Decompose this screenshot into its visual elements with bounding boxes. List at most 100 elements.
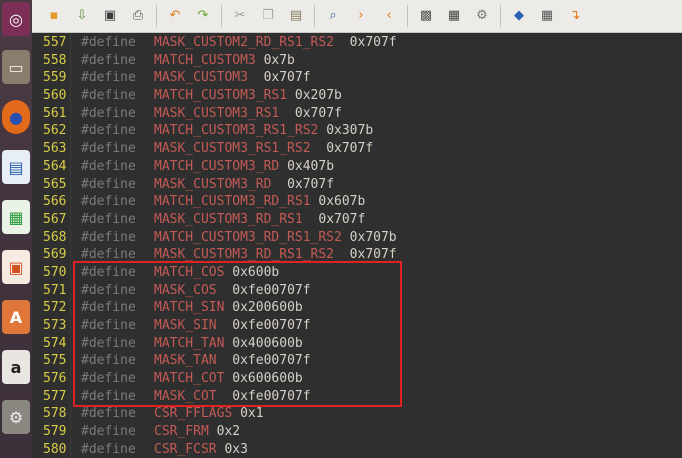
macro-name: MATCH_CUSTOM3 0x7b xyxy=(154,52,295,70)
line-number: 577 xyxy=(43,388,67,404)
toolbar-separator xyxy=(314,5,315,27)
jump-icon[interactable]: ↴ xyxy=(565,6,585,26)
spellcheck-icon[interactable]: ◆ xyxy=(509,6,529,26)
macro-name-text: MATCH_CUSTOM3 xyxy=(154,52,256,68)
new-file-icon[interactable]: ▪ xyxy=(44,6,64,26)
line-number: 564 xyxy=(43,158,67,174)
redo-icon[interactable]: ↷ xyxy=(193,6,213,26)
define-keyword: #define xyxy=(81,176,136,192)
tools-icon[interactable]: ⚙ xyxy=(472,6,492,26)
macro-name-text: MATCH_CUSTOM3_RD_RS1_RS2 xyxy=(154,229,342,245)
define-keyword: #define xyxy=(81,35,136,50)
macro-value: 0x707f xyxy=(294,105,342,121)
macro-value: 0x707f xyxy=(349,247,397,263)
table-icon[interactable]: ▦ xyxy=(537,6,557,26)
macro-name-text: MASK_CUSTOM3_RD xyxy=(154,176,272,192)
files-icon[interactable]: ▭ xyxy=(2,50,30,84)
line-number: 579 xyxy=(43,424,67,440)
line-number: 570 xyxy=(43,264,67,280)
cut-icon[interactable]: ✂ xyxy=(230,6,250,26)
line-number: 567 xyxy=(43,211,67,227)
toolbar-separator xyxy=(156,5,157,27)
print-icon[interactable]: ⎙ xyxy=(128,6,148,26)
code-line[interactable]: 557 #define MASK_CUSTOM2_RD_RS1_RS2 0x707f xyxy=(32,34,682,52)
macro-name-text: MASK_CUSTOM3 xyxy=(154,70,248,86)
define-keyword: #define xyxy=(81,88,136,104)
macro-name: MASK_CUSTOM3 0x707f xyxy=(154,69,311,87)
code-line[interactable]: 567 #define MASK_CUSTOM3_RD_RS1 0x707f xyxy=(32,211,682,229)
calc-spreadsheet-icon[interactable]: ▦ xyxy=(2,200,30,234)
code-line[interactable]: 568 #define MATCH_CUSTOM3_RD_RS1_RS2 0x707… xyxy=(32,229,682,247)
macro-value: 0x707f xyxy=(263,70,311,86)
amazon-icon[interactable]: a xyxy=(2,350,30,384)
code-line[interactable]: 562 #define MATCH_CUSTOM3_RS1_RS2 0x307b xyxy=(32,122,682,140)
code-line[interactable]: 578 #define CSR_FFLAGS 0x1 xyxy=(32,405,682,423)
highlight-box xyxy=(73,261,402,407)
code-line[interactable]: 565 #define MASK_CUSTOM3_RD 0x707f xyxy=(32,176,682,194)
macro-value: 0x707f xyxy=(287,176,335,192)
macro-value: 0x707f xyxy=(326,141,374,157)
preferences-icon[interactable]: ▦ xyxy=(444,6,464,26)
find-next-icon[interactable]: › xyxy=(351,6,371,26)
code-line[interactable]: 558 #define MATCH_CUSTOM3 0x7b xyxy=(32,52,682,70)
line-number: 559 xyxy=(43,70,67,86)
macro-name-text: MASK_CUSTOM3_RD_RS1_RS2 xyxy=(154,247,335,263)
line-number: 571 xyxy=(43,282,67,298)
line-number: 562 xyxy=(43,123,67,139)
system-settings-icon[interactable]: ⚙ xyxy=(2,400,30,434)
impress-presentation-icon[interactable]: ▣ xyxy=(2,250,30,284)
macro-value: 0x607b xyxy=(318,194,366,210)
spacing xyxy=(256,53,264,68)
screenshot-icon[interactable]: ▩ xyxy=(416,6,436,26)
code-line[interactable]: 561 #define MASK_CUSTOM3_RS1 0x707f xyxy=(32,105,682,123)
line-number: 558 xyxy=(43,52,67,68)
define-keyword: #define xyxy=(81,70,136,86)
macro-name: MATCH_CUSTOM3_RS1_RS2 0x307b xyxy=(154,122,373,140)
find-icon[interactable]: ⌕ xyxy=(323,6,343,26)
code-line[interactable]: 564 #define MATCH_CUSTOM3_RD 0x407b xyxy=(32,158,682,176)
copy-icon[interactable]: ❐ xyxy=(258,6,278,26)
macro-name-text: MATCH_CUSTOM3_RS1 xyxy=(154,88,288,104)
code-line[interactable]: 560 #define MATCH_CUSTOM3_RS1 0x207b xyxy=(32,87,682,105)
macro-value: 0x707f xyxy=(349,35,397,50)
code-line[interactable]: 580 #define CSR_FCSR 0x3 xyxy=(32,441,682,458)
code-line[interactable]: 579 #define CSR_FRM 0x2 xyxy=(32,423,682,441)
define-keyword: #define xyxy=(81,441,136,457)
code-line[interactable]: 559 #define MASK_CUSTOM3 0x707f xyxy=(32,69,682,87)
spacing xyxy=(279,106,295,121)
save-icon[interactable]: ▣ xyxy=(100,6,120,26)
macro-name-text: CSR_FCSR xyxy=(154,441,217,457)
writer-document-icon[interactable]: ▤ xyxy=(2,150,30,184)
macro-value: 0x1 xyxy=(240,406,264,422)
macro-name: MASK_CUSTOM3_RD 0x707f xyxy=(154,176,334,194)
macro-value: 0x707b xyxy=(349,229,397,245)
spacing xyxy=(311,141,327,156)
code-line[interactable]: 566 #define MATCH_CUSTOM3_RD_RS1 0x607b xyxy=(32,193,682,211)
macro-name-text: MATCH_CUSTOM3_RD xyxy=(154,158,280,174)
line-number: 568 xyxy=(43,229,67,245)
code-line[interactable]: 563 #define MASK_CUSTOM3_RS1_RS2 0x707f xyxy=(32,140,682,158)
macro-name-text: MATCH_CUSTOM3_RD_RS1 xyxy=(154,194,311,210)
macro-name: CSR_FRM 0x2 xyxy=(154,423,240,441)
line-number: 580 xyxy=(43,441,67,457)
macro-value: 0x707f xyxy=(318,211,366,227)
software-center-icon[interactable]: A xyxy=(2,300,30,334)
open-file-icon[interactable]: ⇩ xyxy=(72,6,92,26)
spacing xyxy=(303,212,319,227)
macro-name: CSR_FFLAGS 0x1 xyxy=(154,405,264,423)
ubuntu-dash-icon[interactable]: ◎ xyxy=(2,2,30,36)
line-number: 566 xyxy=(43,194,67,210)
macro-name-text: MATCH_CUSTOM3_RS1_RS2 xyxy=(154,123,319,139)
line-number: 575 xyxy=(43,353,67,369)
paste-icon[interactable]: ▤ xyxy=(286,6,306,26)
define-keyword: #define xyxy=(81,52,136,68)
spacing xyxy=(232,406,240,421)
firefox-icon[interactable]: ● xyxy=(2,100,30,134)
toolbar-separator xyxy=(221,5,222,27)
find-previous-icon[interactable]: ‹ xyxy=(379,6,399,26)
code-editor[interactable]: 557 #define MASK_CUSTOM2_RD_RS1_RS2 0x707f… xyxy=(32,33,682,458)
macro-value: 0x207b xyxy=(294,88,342,104)
undo-icon[interactable]: ↶ xyxy=(165,6,185,26)
spacing xyxy=(287,88,295,103)
macro-name-text: CSR_FFLAGS xyxy=(154,406,233,422)
